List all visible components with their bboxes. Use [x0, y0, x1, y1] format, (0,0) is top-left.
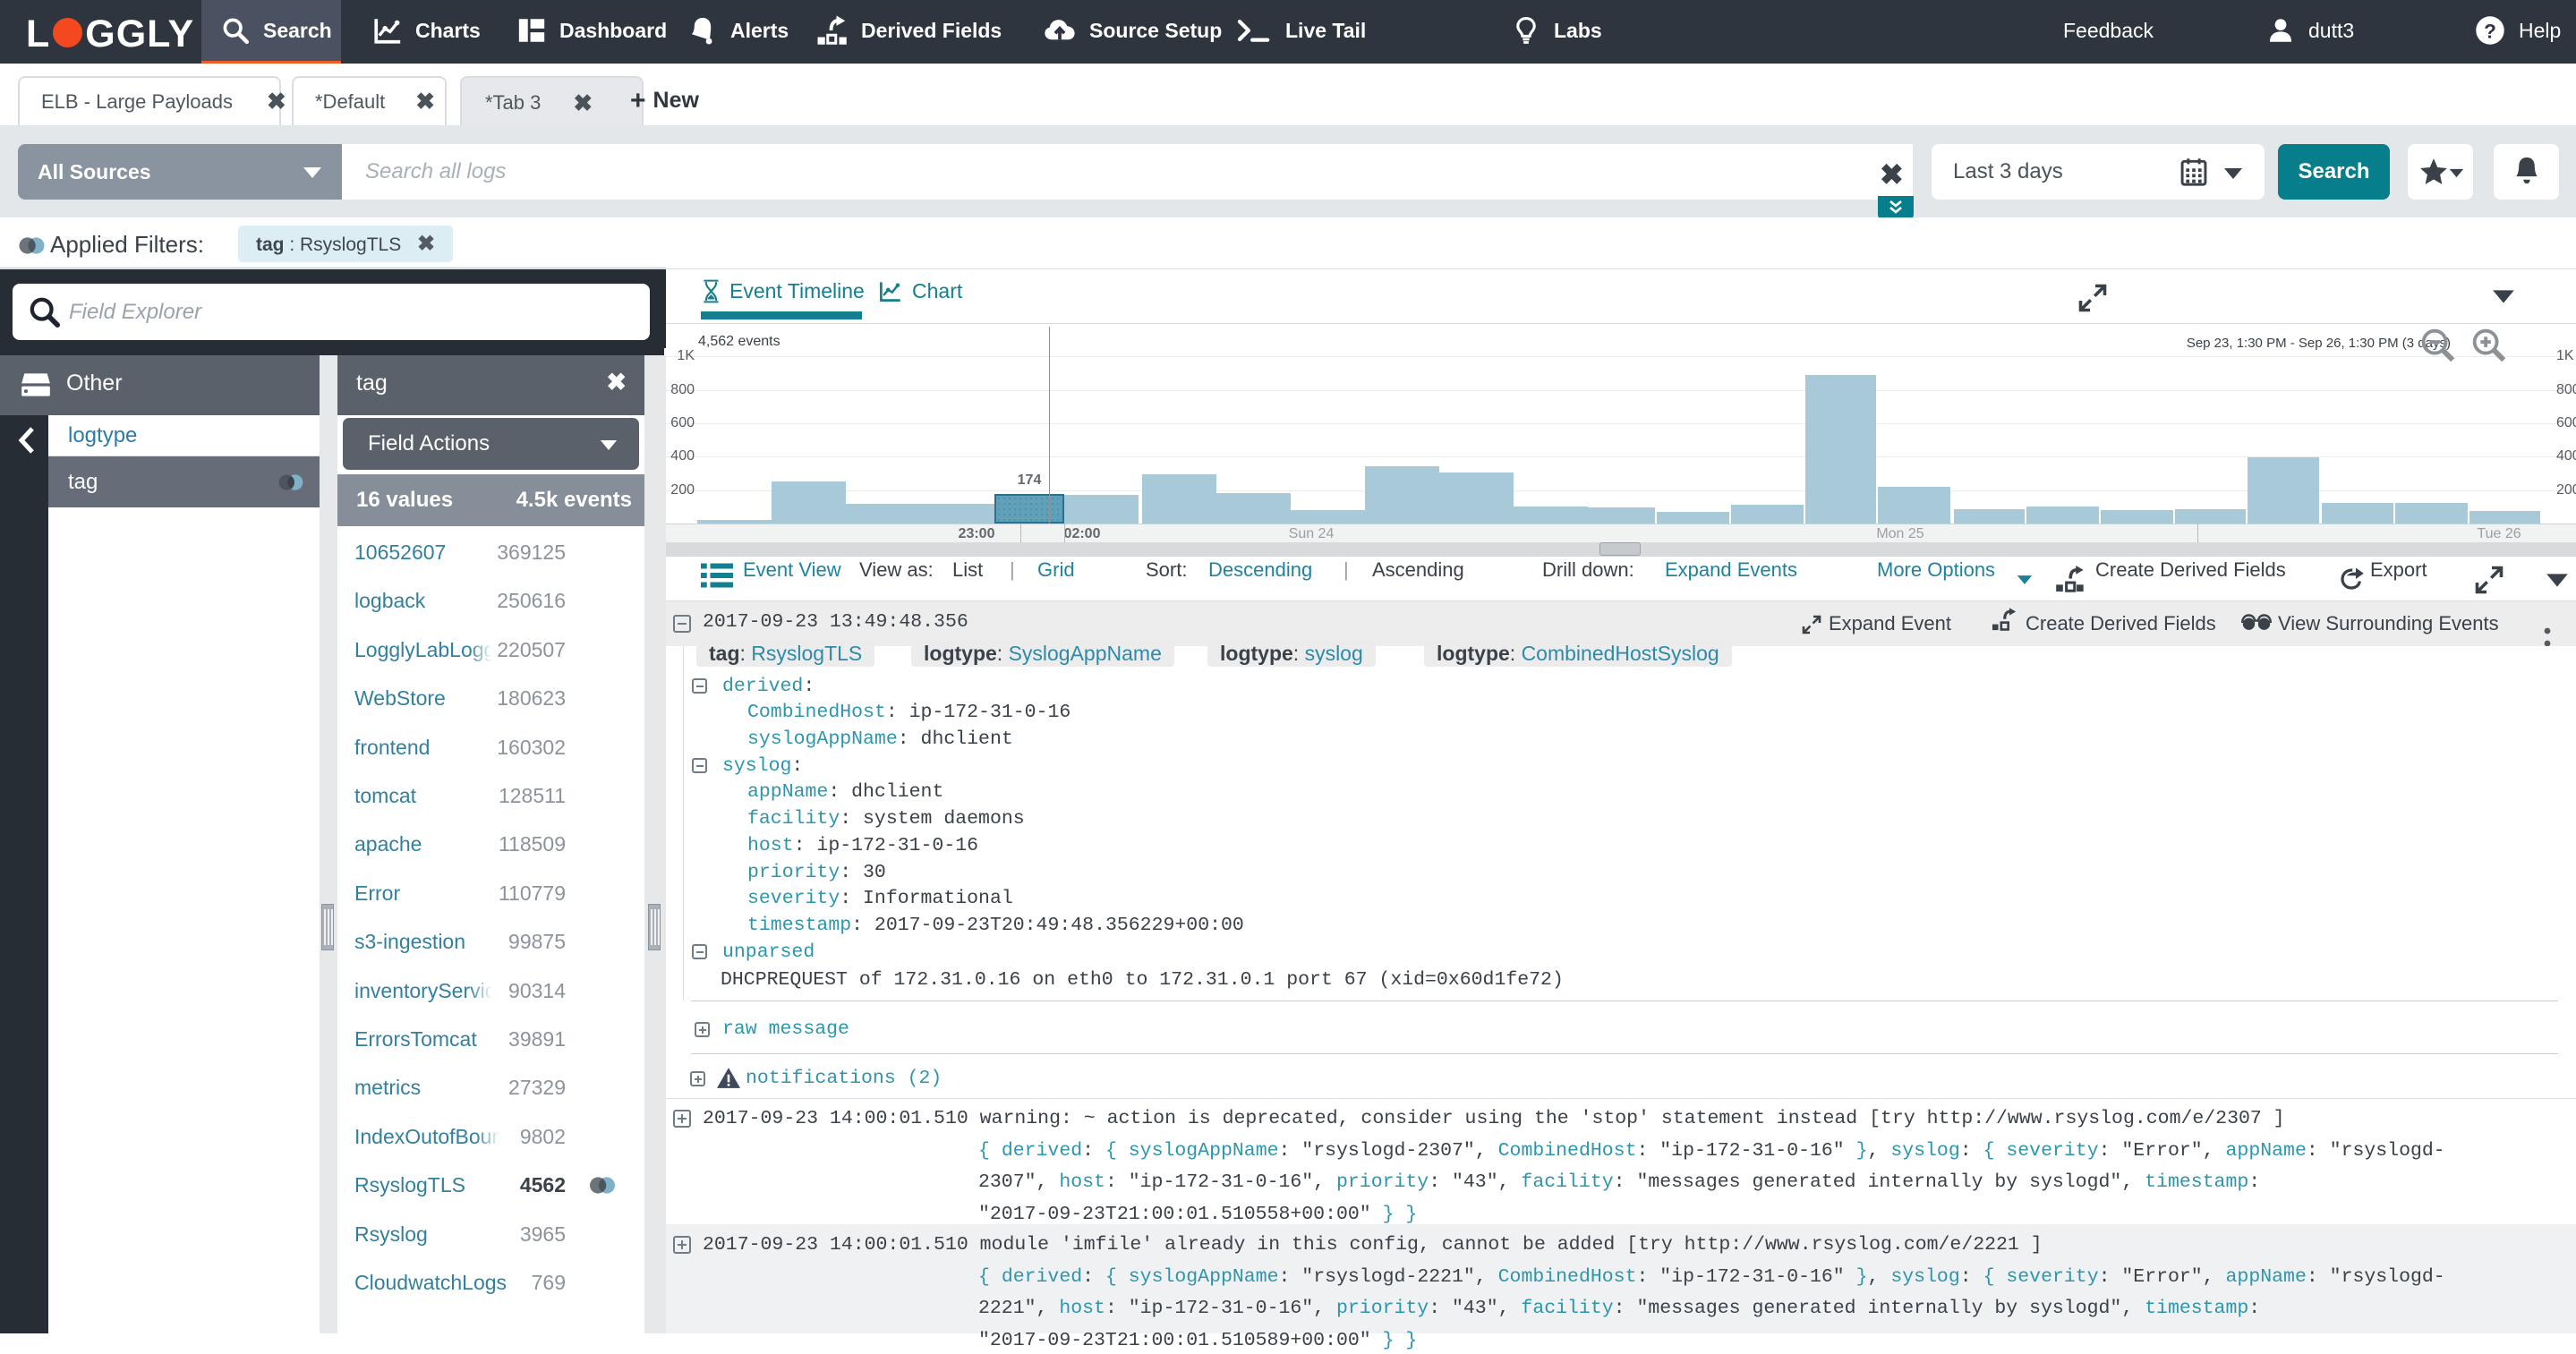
svg-text:?: ? [2484, 20, 2496, 42]
